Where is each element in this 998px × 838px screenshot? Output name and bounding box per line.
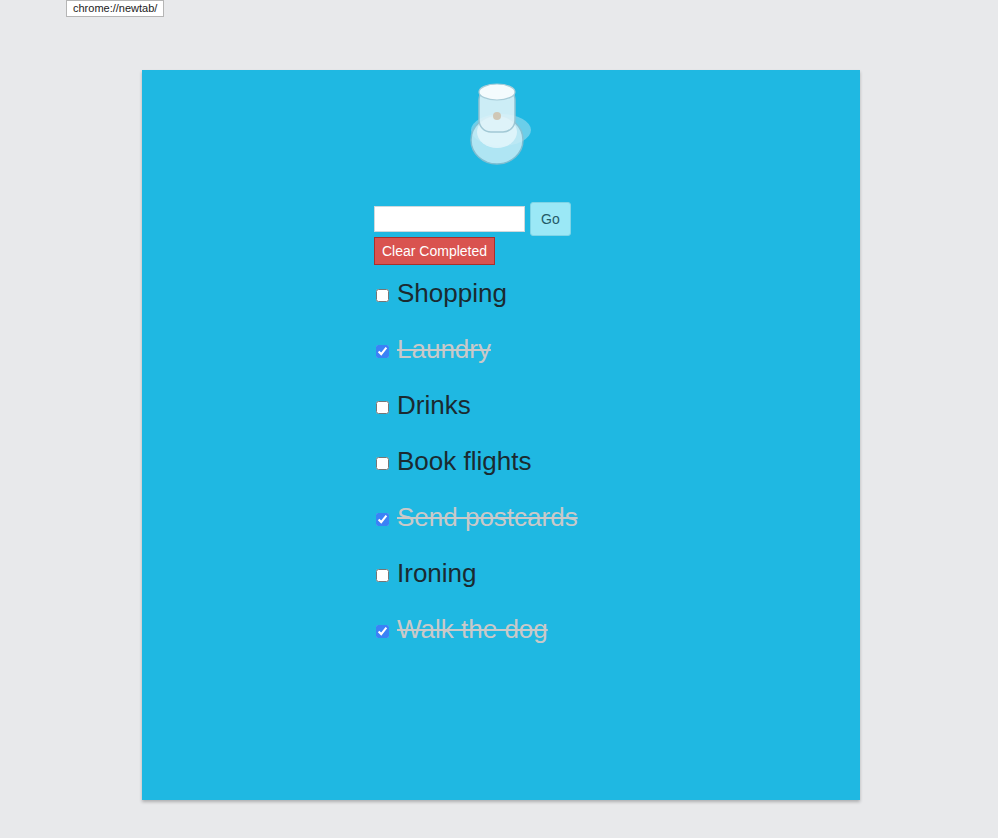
item-label: Send postcards [397,501,578,533]
tooltip-text: chrome://newtab/ [73,2,157,14]
todo-item: Send postcards [374,489,860,545]
todo-item: Laundry [374,321,860,377]
item-checkbox[interactable] [376,625,389,638]
item-label: Drinks [397,389,471,421]
item-label: Ironing [397,557,477,589]
sticky-note: Go Clear Completed Shopping Laundry Drinks… [142,70,860,800]
todo-item: Drinks [374,377,860,433]
item-checkbox[interactable] [376,457,389,470]
todo-item: Ironing [374,545,860,601]
pushpin-icon [457,78,541,168]
item-checkbox[interactable] [376,289,389,302]
url-tooltip: chrome://newtab/ [66,0,164,17]
go-button[interactable]: Go [530,202,571,236]
todo-item: Shopping [374,265,860,321]
item-checkbox[interactable] [376,401,389,414]
item-label: Laundry [397,333,491,365]
item-label: Walk the dog [397,613,548,645]
todo-list: Shopping Laundry Drinks Book flights Send po… [374,265,860,657]
item-label: Book flights [397,445,531,477]
todo-item: Walk the dog [374,601,860,657]
item-checkbox[interactable] [376,569,389,582]
clear-completed-button[interactable]: Clear Completed [374,237,495,265]
item-label: Shopping [397,277,507,309]
item-checkbox[interactable] [376,513,389,526]
item-checkbox[interactable] [376,345,389,358]
todo-item: Book flights [374,433,860,489]
new-item-input[interactable] [374,206,525,232]
